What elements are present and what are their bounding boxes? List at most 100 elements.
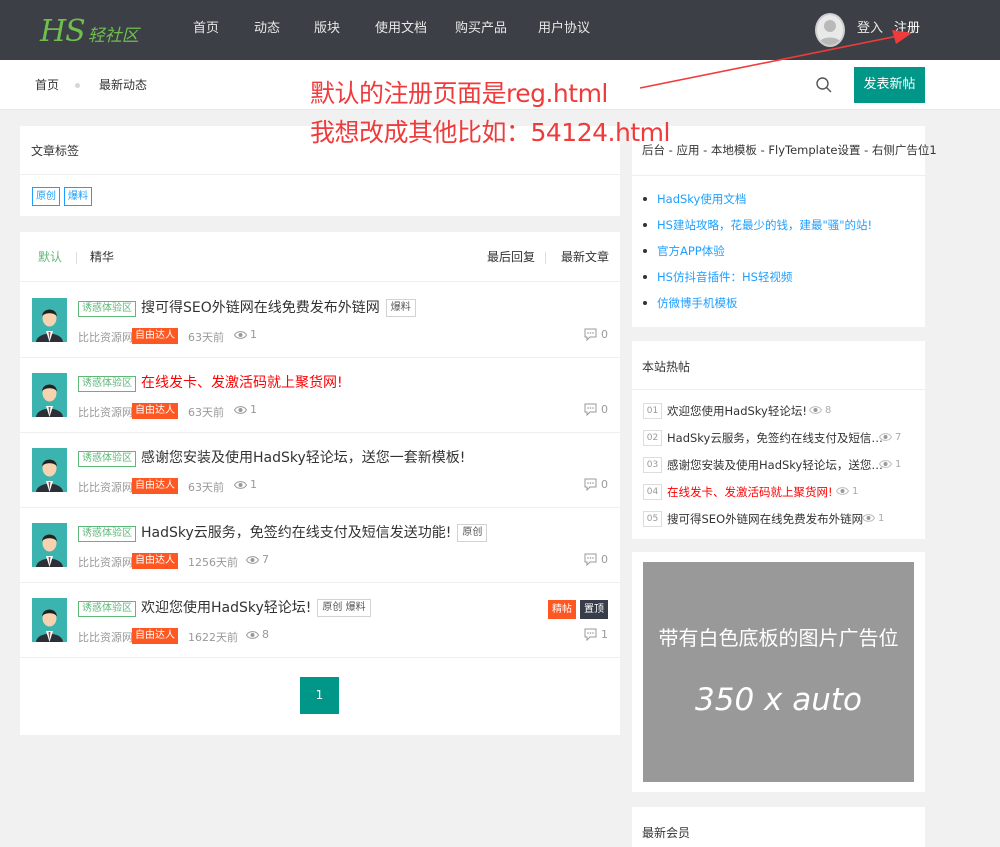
thread-author-avatar[interactable] xyxy=(32,598,67,642)
hot-post-title[interactable]: 欢迎您使用HadSky轻论坛! xyxy=(667,402,807,420)
thread-views-count: 8 xyxy=(262,628,269,641)
thread-source[interactable]: 比比资源网 xyxy=(78,404,133,420)
tab-latest[interactable]: 最新文章 xyxy=(561,232,609,282)
thread-time: 63天前 xyxy=(188,331,224,344)
comment-icon xyxy=(584,328,597,341)
thread-views-count: 1 xyxy=(250,478,257,491)
hot-post-item[interactable]: 03 感谢您安装及使用HadSky轻论坛，送您… 1 xyxy=(643,455,913,475)
nav-buy[interactable]: 购买产品 xyxy=(455,0,507,60)
site-logo[interactable]: HS 轻社区 xyxy=(40,10,139,50)
eye-icon xyxy=(836,487,849,495)
thread-zone-badge[interactable]: 诱惑体验区 xyxy=(78,301,136,317)
thread-views: 8 xyxy=(246,628,269,641)
side-link-guide[interactable]: HS建站攻略，花最少的钱，建最"骚"的站! xyxy=(642,215,872,241)
thread-replies-count: 0 xyxy=(601,478,608,491)
thread-tag[interactable]: 原创 xyxy=(457,524,488,542)
side-link-app[interactable]: 官方APP体验 xyxy=(642,241,872,267)
thread-row[interactable]: 诱惑体验区 感谢您安装及使用HadSky轻论坛，送您一套新模板! 比比资源网 自由达人… xyxy=(20,433,620,508)
nav-feed[interactable]: 动态 xyxy=(254,0,280,60)
side-link-video-plugin[interactable]: HS仿抖音插件：HS轻视频 xyxy=(642,267,872,293)
divider xyxy=(632,175,925,176)
thread-author-badge: 自由达人 xyxy=(132,478,178,494)
thread-row[interactable]: 诱惑体验区 HadSky云服务，免签约在线支付及短信发送功能! 原创 比比资源网 自由达… xyxy=(20,508,620,583)
thread-author-avatar[interactable] xyxy=(32,523,67,567)
thread-replies: 0 xyxy=(584,403,608,416)
side-link-mobile-template[interactable]: 仿微博手机模板 xyxy=(642,293,872,319)
breadcrumb-separator-icon xyxy=(75,83,80,88)
hot-posts-title: 本站热帖 xyxy=(642,360,691,374)
hot-post-title[interactable]: 搜可得SEO外链网在线免费发布外链网 xyxy=(667,510,863,528)
thread-author-avatar[interactable] xyxy=(32,373,67,417)
thread-replies: 0 xyxy=(584,328,608,341)
thread-tag[interactable]: 原创 爆料 xyxy=(317,599,371,617)
thread-title[interactable]: HadSky云服务，免签约在线支付及短信发送功能! 原创 xyxy=(141,522,488,544)
hot-post-item[interactable]: 04 在线发卡、发激活码就上聚货网! 1 xyxy=(643,482,913,502)
eye-icon xyxy=(879,433,892,441)
thread-views-count: 7 xyxy=(262,553,269,566)
thread-source[interactable]: 比比资源网 xyxy=(78,479,133,495)
hot-post-views-count: 1 xyxy=(852,486,859,497)
thread-source[interactable]: 比比资源网 xyxy=(78,629,133,645)
tab-last-reply[interactable]: 最后回复 xyxy=(487,232,535,282)
nav-docs[interactable]: 使用文档 xyxy=(375,0,427,60)
side-link-docs[interactable]: HadSky使用文档 xyxy=(642,189,872,215)
nav-boards[interactable]: 版块 xyxy=(314,0,340,60)
thread-zone-badge[interactable]: 诱惑体验区 xyxy=(78,451,136,467)
image-ad-panel: 带有白色底板的图片广告位 350 x auto xyxy=(632,552,925,792)
thread-author-badge: 自由达人 xyxy=(132,403,178,419)
comment-icon xyxy=(584,553,597,566)
thread-row[interactable]: 诱惑体验区 欢迎您使用HadSky轻论坛! 原创 爆料 比比资源网 自由达人 1622天前… xyxy=(20,583,620,658)
thread-title[interactable]: 搜可得SEO外链网在线免费发布外链网 爆料 xyxy=(141,297,416,319)
thread-tabs: 默认 精华 最后回复 最新文章 xyxy=(20,232,620,282)
thread-label-featured: 精帖 xyxy=(548,600,576,619)
tag-scoop[interactable]: 爆料 xyxy=(64,187,92,206)
thread-title[interactable]: 欢迎您使用HadSky轻论坛! 原创 爆料 xyxy=(141,597,371,619)
image-ad-caption: 带有白色底板的图片广告位 xyxy=(658,626,899,650)
thread-title-text[interactable]: HadSky云服务，免签约在线支付及短信发送功能! xyxy=(141,525,451,541)
thread-row[interactable]: 诱惑体验区 搜可得SEO外链网在线免费发布外链网 爆料 比比资源网 自由达人 63天前 1 0 xyxy=(20,283,620,358)
thread-tag[interactable]: 爆料 xyxy=(385,299,416,317)
thread-zone-badge[interactable]: 诱惑体验区 xyxy=(78,526,136,542)
side-links-panel: 后台 - 应用 - 本地模板 - FlyTemplate设置 - 右侧广告位1 … xyxy=(632,126,937,327)
comment-icon xyxy=(584,403,597,416)
breadcrumb-home[interactable]: 首页 xyxy=(35,60,59,110)
comment-icon xyxy=(584,628,597,641)
hot-post-item[interactable]: 01 欢迎您使用HadSky轻论坛! 8 xyxy=(643,401,913,421)
thread-title[interactable]: 感谢您安装及使用HadSky轻论坛，送您一套新模板! xyxy=(141,447,465,469)
thread-author-avatar[interactable] xyxy=(32,298,67,342)
tab-default[interactable]: 默认 xyxy=(38,232,62,282)
image-ad[interactable]: 带有白色底板的图片广告位 350 x auto xyxy=(643,562,914,782)
thread-views: 1 xyxy=(234,328,257,341)
thread-title-text[interactable]: 感谢您安装及使用HadSky轻论坛，送您一套新模板! xyxy=(141,450,465,466)
nav-agreement[interactable]: 用户协议 xyxy=(538,0,590,60)
eye-icon xyxy=(809,406,822,414)
hot-post-rank: 02 xyxy=(643,430,662,446)
thread-zone-badge[interactable]: 诱惑体验区 xyxy=(78,601,136,617)
page-button-1[interactable]: 1 xyxy=(300,677,339,714)
tab-featured[interactable]: 精华 xyxy=(90,232,114,282)
hot-post-item[interactable]: 05 搜可得SEO外链网在线免费发布外链网 1 xyxy=(643,509,913,529)
logo-main-text: HS xyxy=(40,14,86,49)
hot-post-rank: 04 xyxy=(643,484,662,500)
thread-replies-count: 1 xyxy=(601,628,608,641)
hot-post-title[interactable]: 在线发卡、发激活码就上聚货网! xyxy=(667,483,833,501)
thread-author-badge: 自由达人 xyxy=(132,328,178,344)
hot-post-title[interactable]: 感谢您安装及使用HadSky轻论坛，送您… xyxy=(667,456,883,474)
comment-icon xyxy=(584,478,597,491)
nav-home[interactable]: 首页 xyxy=(193,0,219,60)
thread-zone-badge[interactable]: 诱惑体验区 xyxy=(78,376,136,392)
thread-source[interactable]: 比比资源网 xyxy=(78,329,133,345)
thread-title[interactable]: 在线发卡、发激活码就上聚货网! xyxy=(141,372,343,394)
thread-title-text[interactable]: 搜可得SEO外链网在线免费发布外链网 xyxy=(141,300,380,316)
thread-title-text[interactable]: 在线发卡、发激活码就上聚货网! xyxy=(141,375,343,391)
thread-label-pinned: 置顶 xyxy=(580,600,608,619)
hot-post-views: 7 xyxy=(879,430,901,446)
tag-original[interactable]: 原创 xyxy=(32,187,60,206)
thread-source[interactable]: 比比资源网 xyxy=(78,554,133,570)
hot-post-views-count: 7 xyxy=(895,432,902,443)
thread-author-avatar[interactable] xyxy=(32,448,67,492)
thread-row[interactable]: 诱惑体验区 在线发卡、发激活码就上聚货网! 比比资源网 自由达人 63天前 1 0 xyxy=(20,358,620,433)
hot-post-title[interactable]: HadSky云服务，免签约在线支付及短信… xyxy=(667,429,883,447)
hot-post-item[interactable]: 02 HadSky云服务，免签约在线支付及短信… 7 xyxy=(643,428,913,448)
thread-title-text[interactable]: 欢迎您使用HadSky轻论坛! xyxy=(141,600,311,616)
